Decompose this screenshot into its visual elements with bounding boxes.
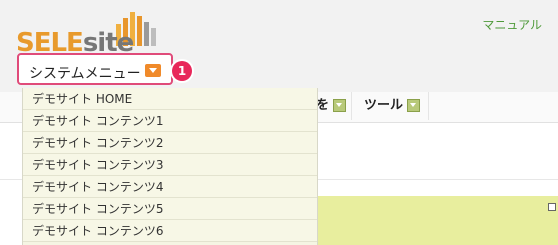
system-menu-label: システムメニュー: [29, 66, 141, 82]
system-menu-dropdown: デモサイト HOME デモサイト コンテンツ1 デモサイト コンテンツ2 デモサ…: [22, 88, 318, 245]
nav-item-tools-label: ツール: [364, 98, 404, 113]
panel-corner-icon[interactable]: [548, 203, 556, 211]
nav-item-partial[interactable]: を: [316, 94, 347, 113]
system-menu-button[interactable]: システムメニュー: [17, 53, 173, 85]
dropdown-item-contents2[interactable]: デモサイト コンテンツ2: [23, 132, 317, 154]
nav-dropdown-arrow-icon: [407, 99, 421, 112]
nav-divider: [428, 92, 429, 120]
dropdown-item-contents1[interactable]: デモサイト コンテンツ1: [23, 110, 317, 132]
selesite-logo[interactable]: SELEsite: [16, 8, 161, 58]
header: SELEsite マニュアル システムメニュー 1: [0, 0, 558, 92]
callout-badge: 1: [172, 61, 192, 81]
content-panel: [316, 196, 558, 245]
nav-dropdown-arrow-icon: [333, 99, 347, 112]
dropdown-item-contents6[interactable]: デモサイト コンテンツ6: [23, 220, 317, 242]
dropdown-item-contents3[interactable]: デモサイト コンテンツ3: [23, 154, 317, 176]
dropdown-item-contents4[interactable]: デモサイト コンテンツ4: [23, 176, 317, 198]
dropdown-item-contents5[interactable]: デモサイト コンテンツ5: [23, 198, 317, 220]
nav-item-tools[interactable]: ツール: [364, 94, 421, 113]
nav-divider: [351, 92, 352, 120]
manual-link[interactable]: マニュアル: [482, 16, 542, 33]
dropdown-arrow-icon: [145, 64, 161, 77]
dropdown-item-home[interactable]: デモサイト HOME: [23, 88, 317, 110]
